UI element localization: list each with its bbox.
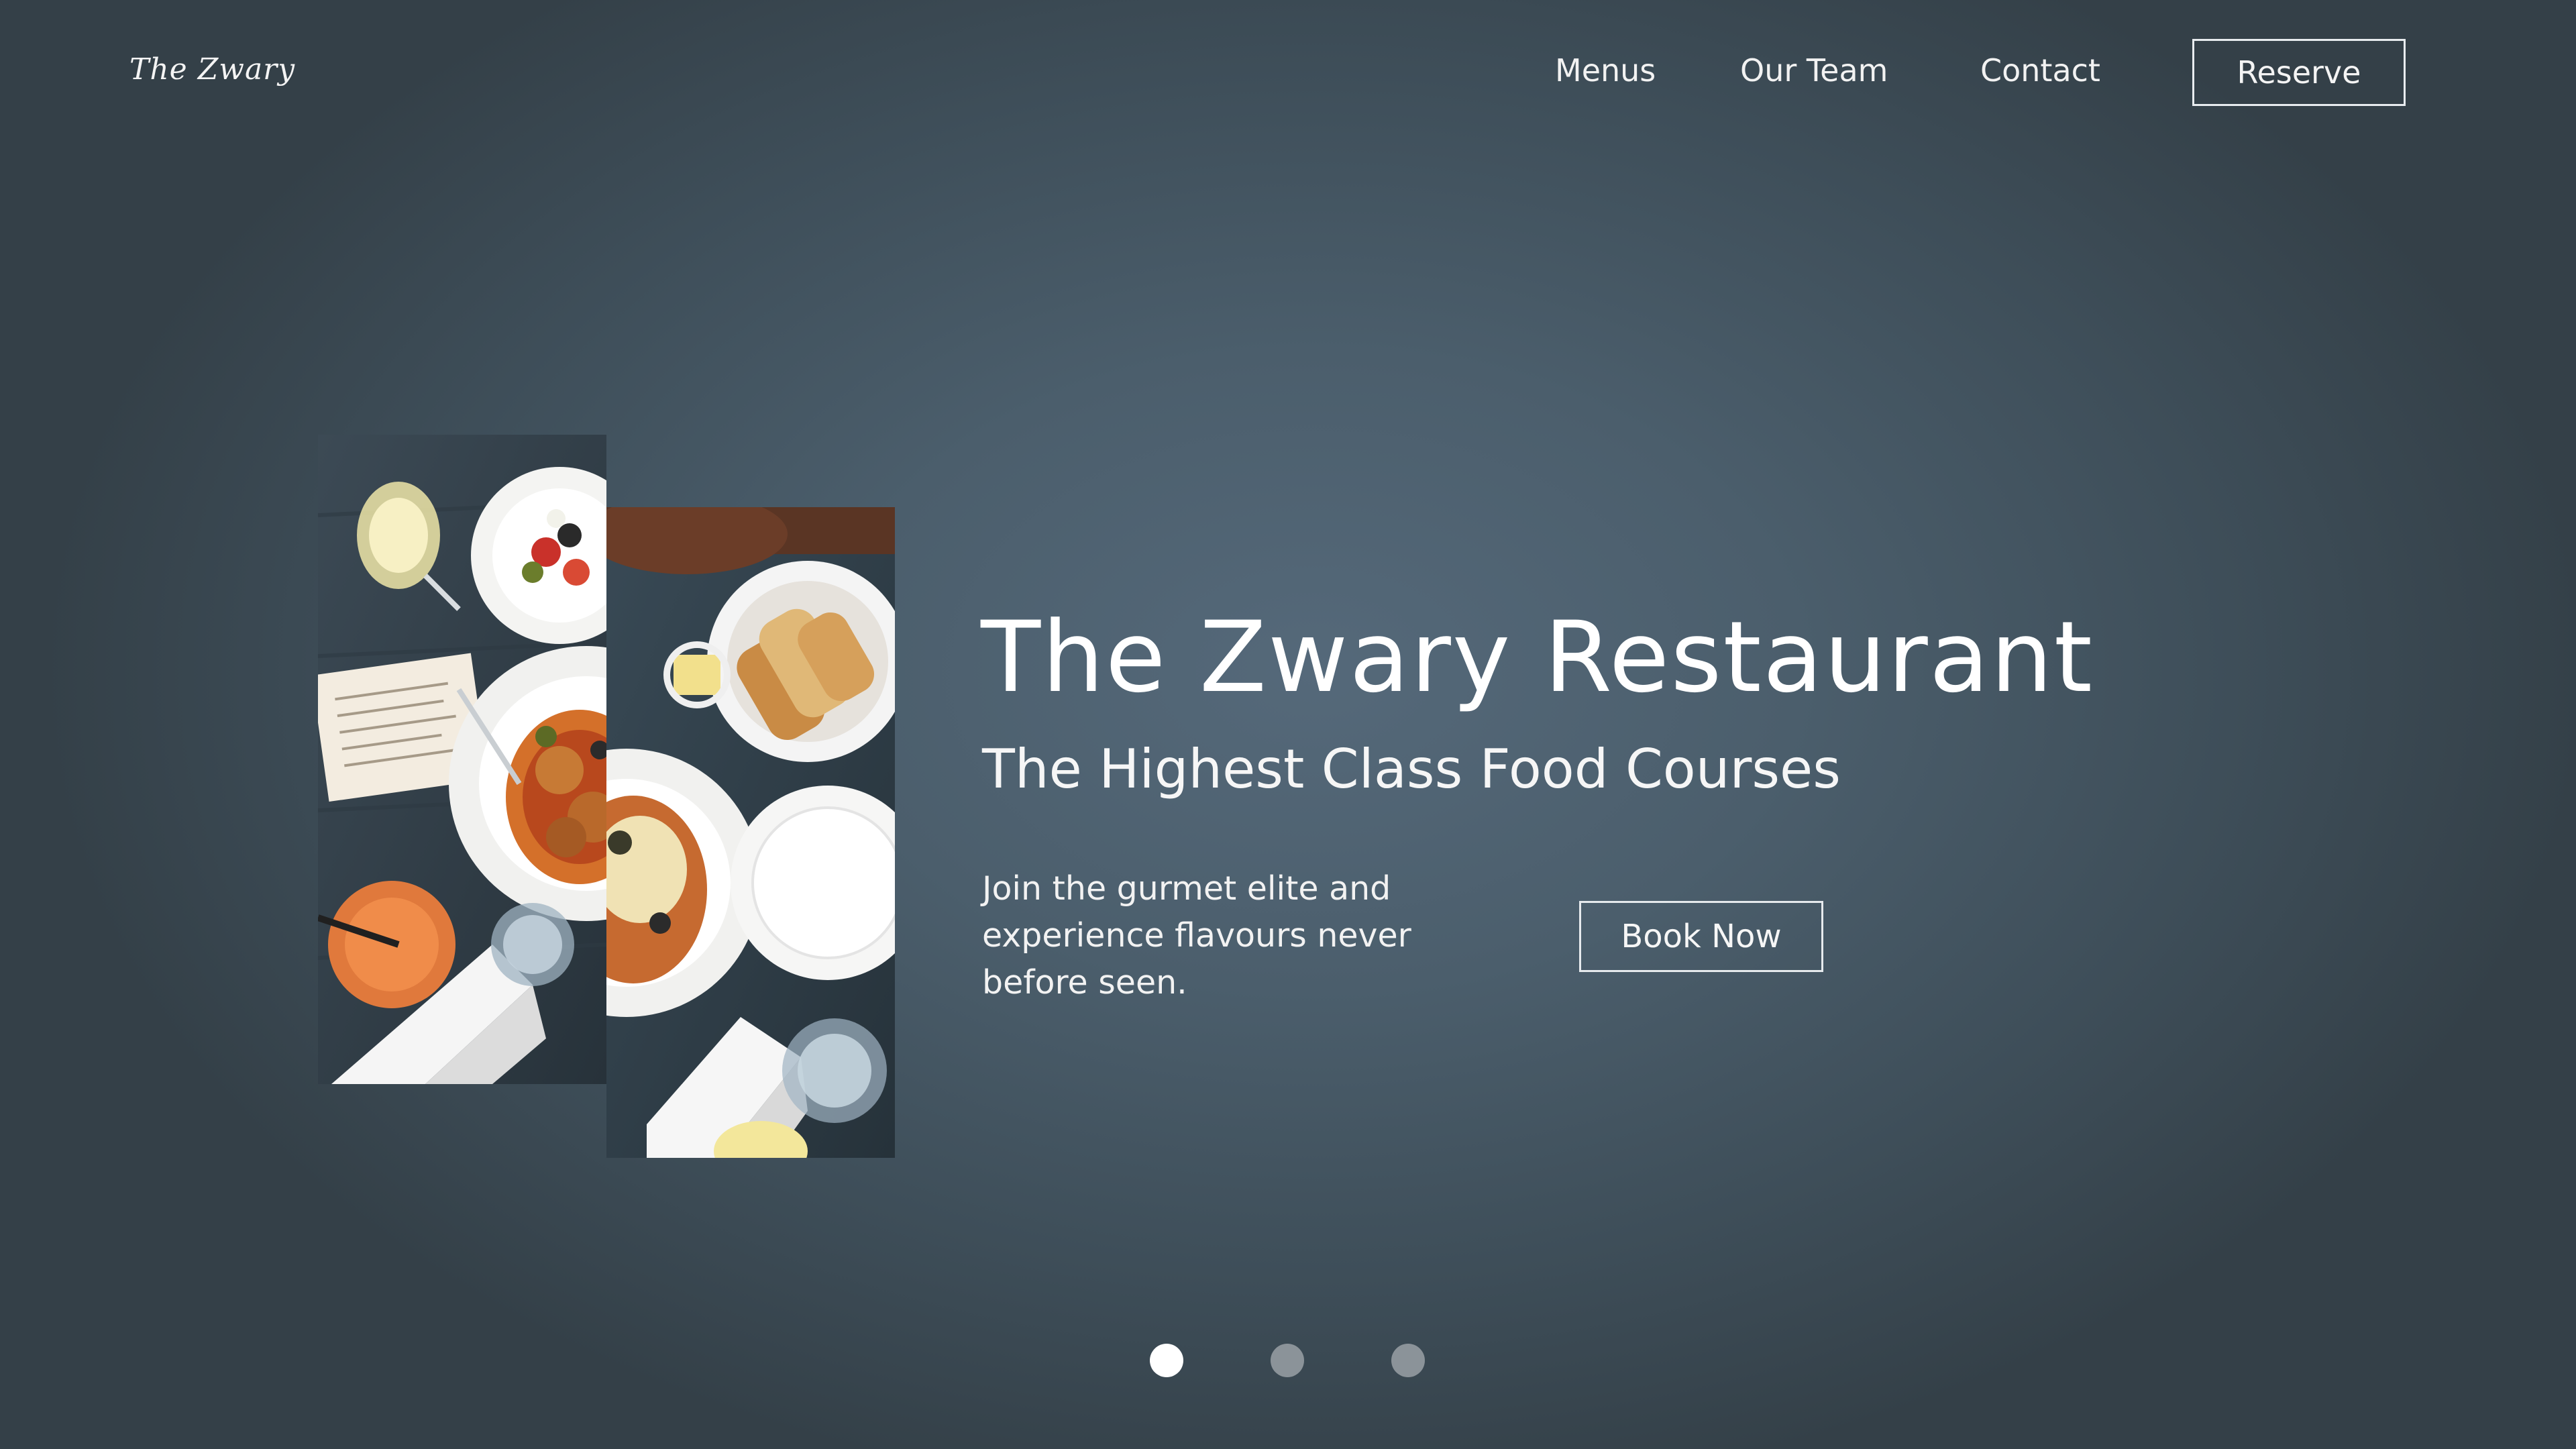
hero-description: Join the gurmet elite and experience fla… bbox=[982, 869, 1411, 1002]
reserve-button-label: Reserve bbox=[2237, 54, 2361, 91]
food-photo-left bbox=[318, 435, 606, 1084]
book-now-button-label: Book Now bbox=[1621, 918, 1782, 955]
nav-our-team[interactable]: Our Team bbox=[1740, 52, 1888, 89]
food-photo-right bbox=[606, 507, 895, 1158]
carousel-dot-3[interactable] bbox=[1391, 1344, 1425, 1377]
carousel-dot-1[interactable] bbox=[1150, 1344, 1183, 1377]
carousel-dot-2[interactable] bbox=[1271, 1344, 1304, 1377]
nav-menus[interactable]: Menus bbox=[1555, 52, 1656, 89]
hero-subtitle: The Highest Class Food Courses bbox=[982, 738, 1841, 800]
nav-contact[interactable]: Contact bbox=[1980, 52, 2100, 89]
hero-title: The Zwary Restaurant bbox=[981, 600, 2094, 714]
reserve-button[interactable]: Reserve bbox=[2192, 39, 2406, 106]
book-now-button[interactable]: Book Now bbox=[1579, 901, 1823, 972]
logo[interactable]: The Zwary bbox=[129, 52, 295, 87]
